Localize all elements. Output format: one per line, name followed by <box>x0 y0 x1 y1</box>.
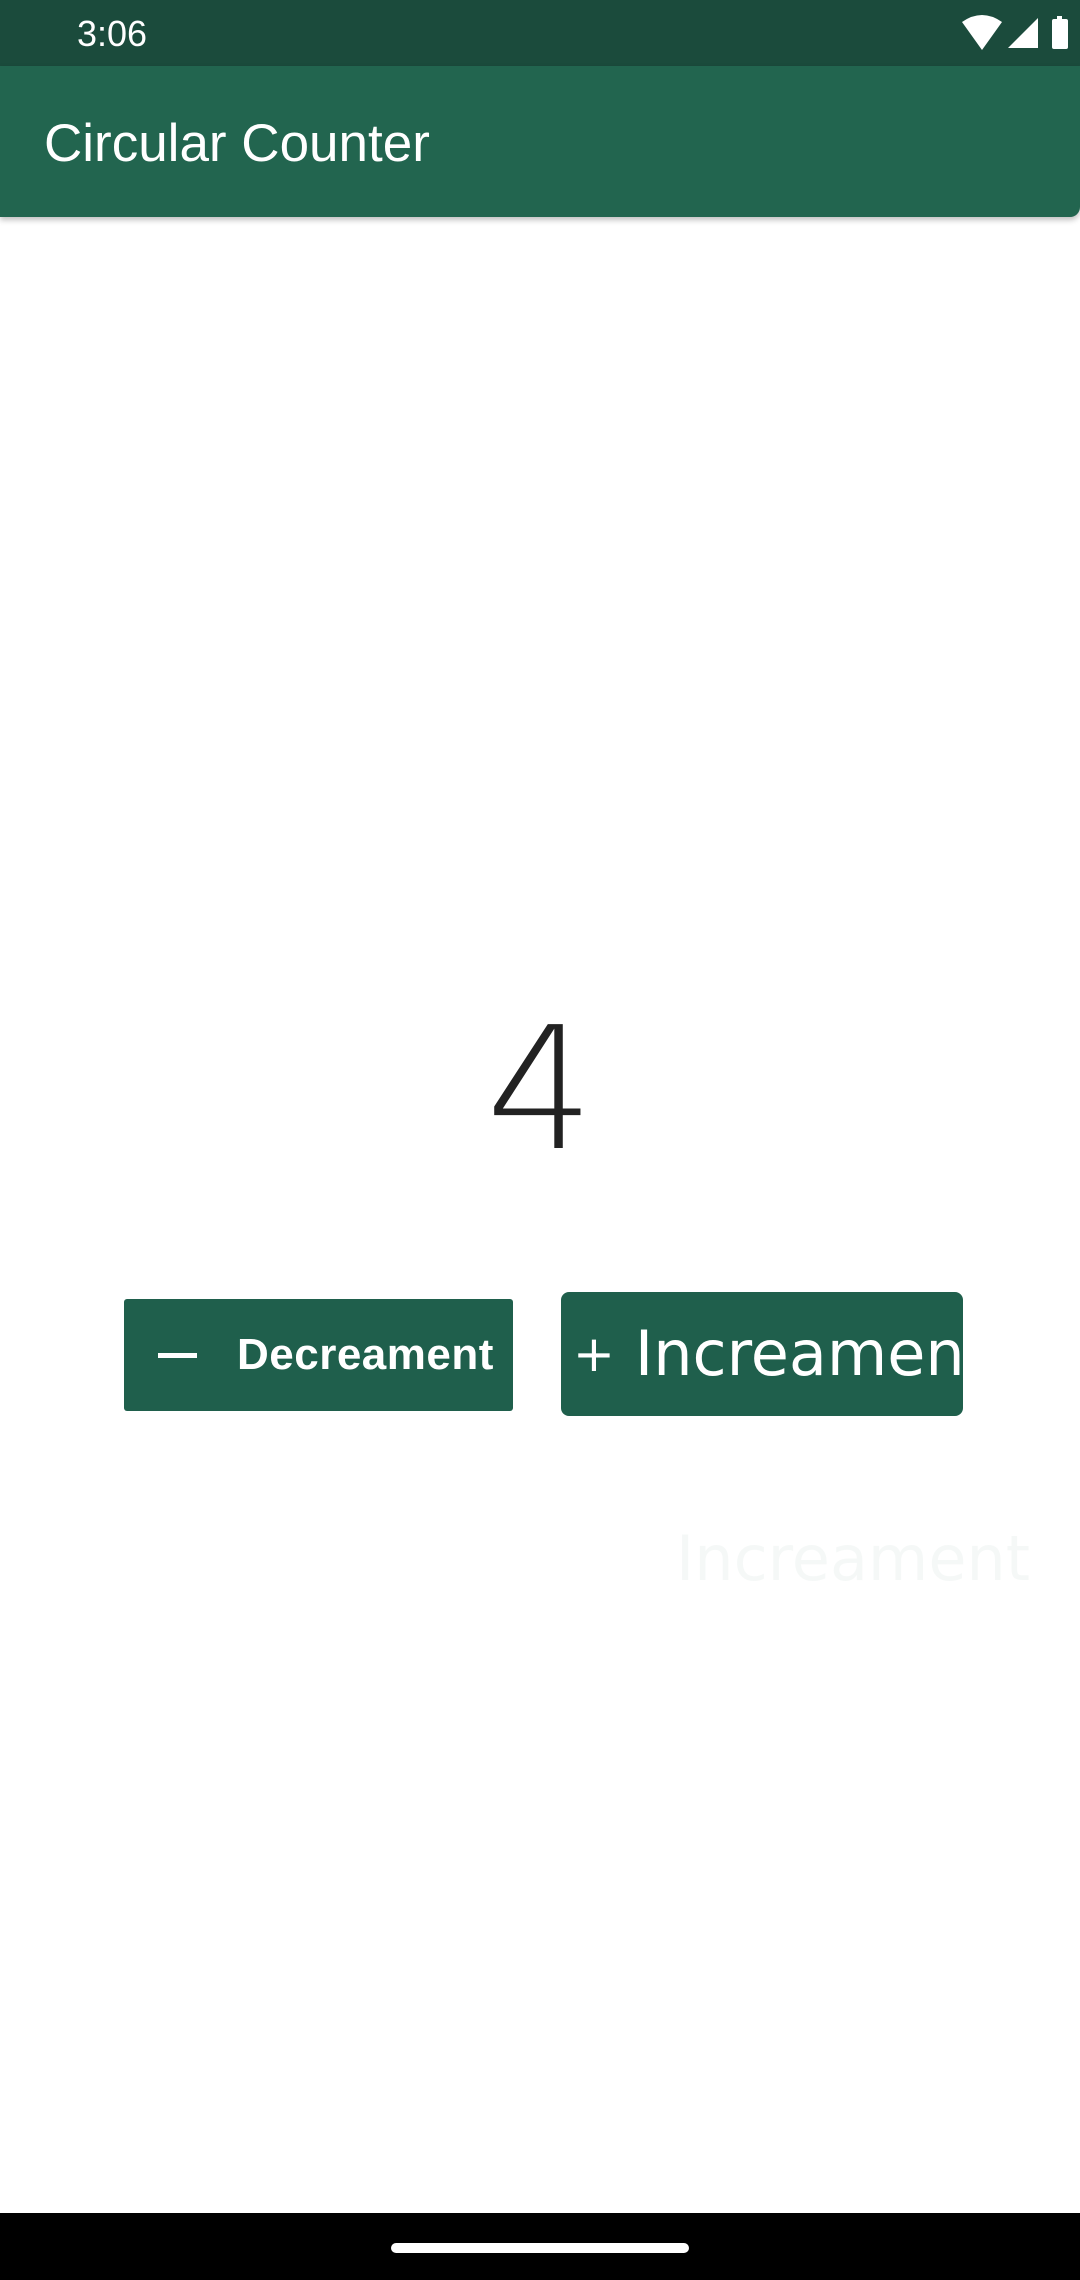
minus-icon <box>158 1352 197 1358</box>
home-handle[interactable] <box>391 2243 689 2253</box>
decrement-label: Decreament <box>237 1330 494 1379</box>
increment-label: Increament <box>634 1317 989 1390</box>
battery-icon <box>1052 16 1068 49</box>
status-bar: 3:06 <box>0 0 1080 66</box>
counter-value: 4 <box>485 991 595 1189</box>
app-bar: Circular Counter <box>0 66 1080 217</box>
ghost-increment-text: Increament <box>676 1524 1030 1594</box>
status-icons <box>962 15 1068 50</box>
decrement-button[interactable]: Decreament <box>124 1299 513 1411</box>
navigation-bar <box>0 2213 1080 2280</box>
wifi-icon <box>962 15 1002 50</box>
cellular-signal-icon <box>1008 18 1038 48</box>
increment-button[interactable]: + Increament <box>561 1292 989 1416</box>
app-title: Circular Counter <box>44 114 430 173</box>
status-time: 3:06 <box>77 13 148 54</box>
plus-icon: + <box>573 1325 615 1383</box>
